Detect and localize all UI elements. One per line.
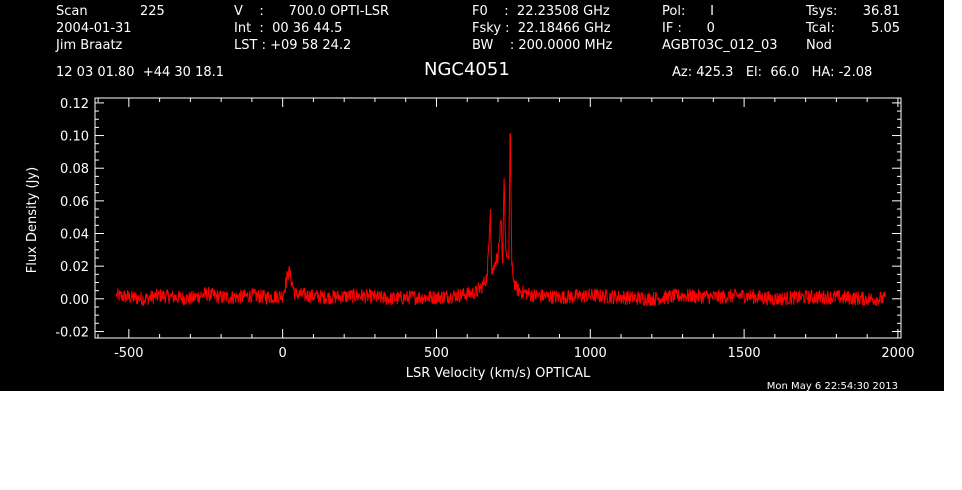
x-tick-label: 500	[424, 346, 449, 361]
plot-panel: Scan 225 2004-01-31 Jim Braatz V : 700.0…	[0, 0, 944, 391]
x-tick-label: 1000	[574, 346, 607, 361]
y-tick-label: -0.02	[55, 325, 89, 340]
y-tick-labels: -0.02 0.00 0.02 0.04 0.06 0.08 0.10 0.12	[55, 97, 89, 341]
x-tick-label: 1500	[728, 346, 761, 361]
plot-timestamp: Mon May 6 22:54:30 2013	[767, 381, 898, 391]
x-tick-label: 0	[279, 346, 287, 361]
spectrum-chart: -500 0 500 1000 1500 2000 -0.02 0.00 0.02 0.04 0.…	[25, 97, 914, 391]
y-axis-label: Flux Density (Jy)	[25, 167, 40, 273]
y-tick-label: 0.06	[60, 195, 89, 210]
y-tick-label: 0.00	[60, 293, 89, 308]
y-tick-label: 0.08	[60, 162, 89, 177]
x-tick-label: -500	[114, 346, 144, 361]
x-tick-label: 2000	[881, 346, 914, 361]
y-tick-label: 0.12	[60, 97, 89, 112]
x-tick-labels: -500 0 500 1000 1500 2000	[114, 346, 914, 361]
y-tick-label: 0.02	[60, 260, 89, 275]
x-axis-label: LSR Velocity (km/s) OPTICAL	[406, 366, 591, 381]
y-tick-label: 0.10	[60, 130, 89, 145]
y-tick-label: 0.04	[60, 228, 89, 243]
spectrum-trace	[116, 133, 887, 307]
